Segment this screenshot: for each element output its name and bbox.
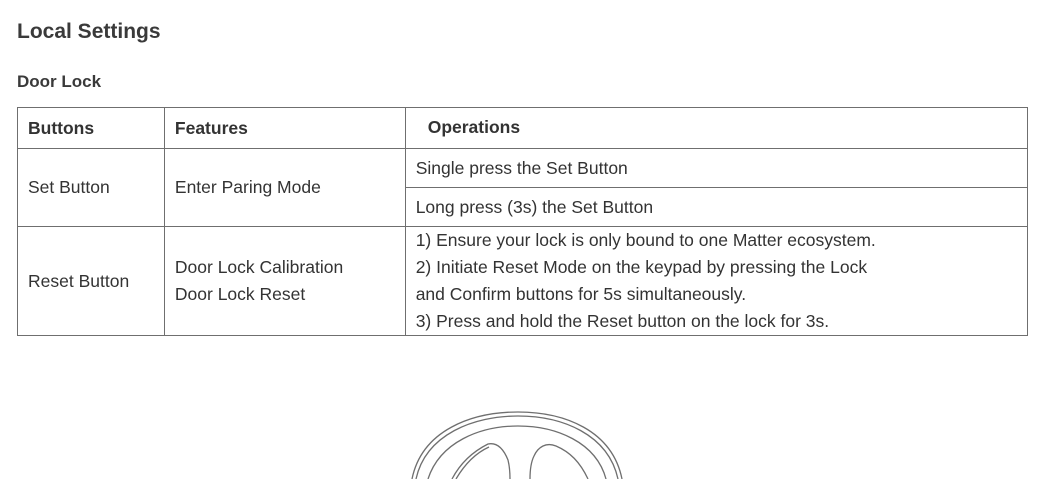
set-button-cell: Set Button: [17, 148, 165, 227]
header-buttons: Buttons: [17, 107, 165, 149]
feature-calibration: Door Lock Calibration: [174, 257, 344, 277]
operation-cell: Long press (3s) the Set Button: [404, 187, 1029, 227]
table-header-row: Buttons Features Operations: [17, 107, 1029, 149]
section-title: Door Lock: [17, 72, 102, 91]
door-lock-operations-table: Buttons Features Operations Set Button E…: [17, 107, 1029, 336]
door-lock-device-illustration: [411, 411, 623, 479]
reset-features-cell: Door Lock Calibration Door Lock Reset: [163, 226, 406, 336]
reset-button-cell: Reset Button: [17, 226, 165, 336]
reset-step-2: 2) Initiate Reset Mode on the keypad by …: [415, 257, 868, 277]
reset-step-3: 3) Press and hold the Reset button on th…: [415, 311, 830, 331]
table-row: Reset Button Door Lock Calibration Door …: [17, 226, 1029, 336]
header-operations: Operations: [404, 107, 1029, 149]
operation-cell: Single press the Set Button: [404, 148, 1029, 188]
page-title: Local Settings: [17, 20, 161, 43]
reset-step-2-continued: and Confirm buttons for 5s simultaneousl…: [415, 284, 747, 304]
pairing-mode-feature-cell: Enter Paring Mode: [163, 148, 406, 227]
lock-outline-icon: [411, 411, 623, 479]
reset-operations-cell: 1) Ensure your lock is only bound to one…: [404, 226, 1029, 336]
reset-step-1: 1) Ensure your lock is only bound to one…: [415, 230, 876, 250]
header-features: Features: [163, 107, 406, 149]
table-row: Set Button Enter Paring Mode Single pres…: [17, 148, 1029, 227]
feature-reset: Door Lock Reset: [174, 284, 306, 304]
